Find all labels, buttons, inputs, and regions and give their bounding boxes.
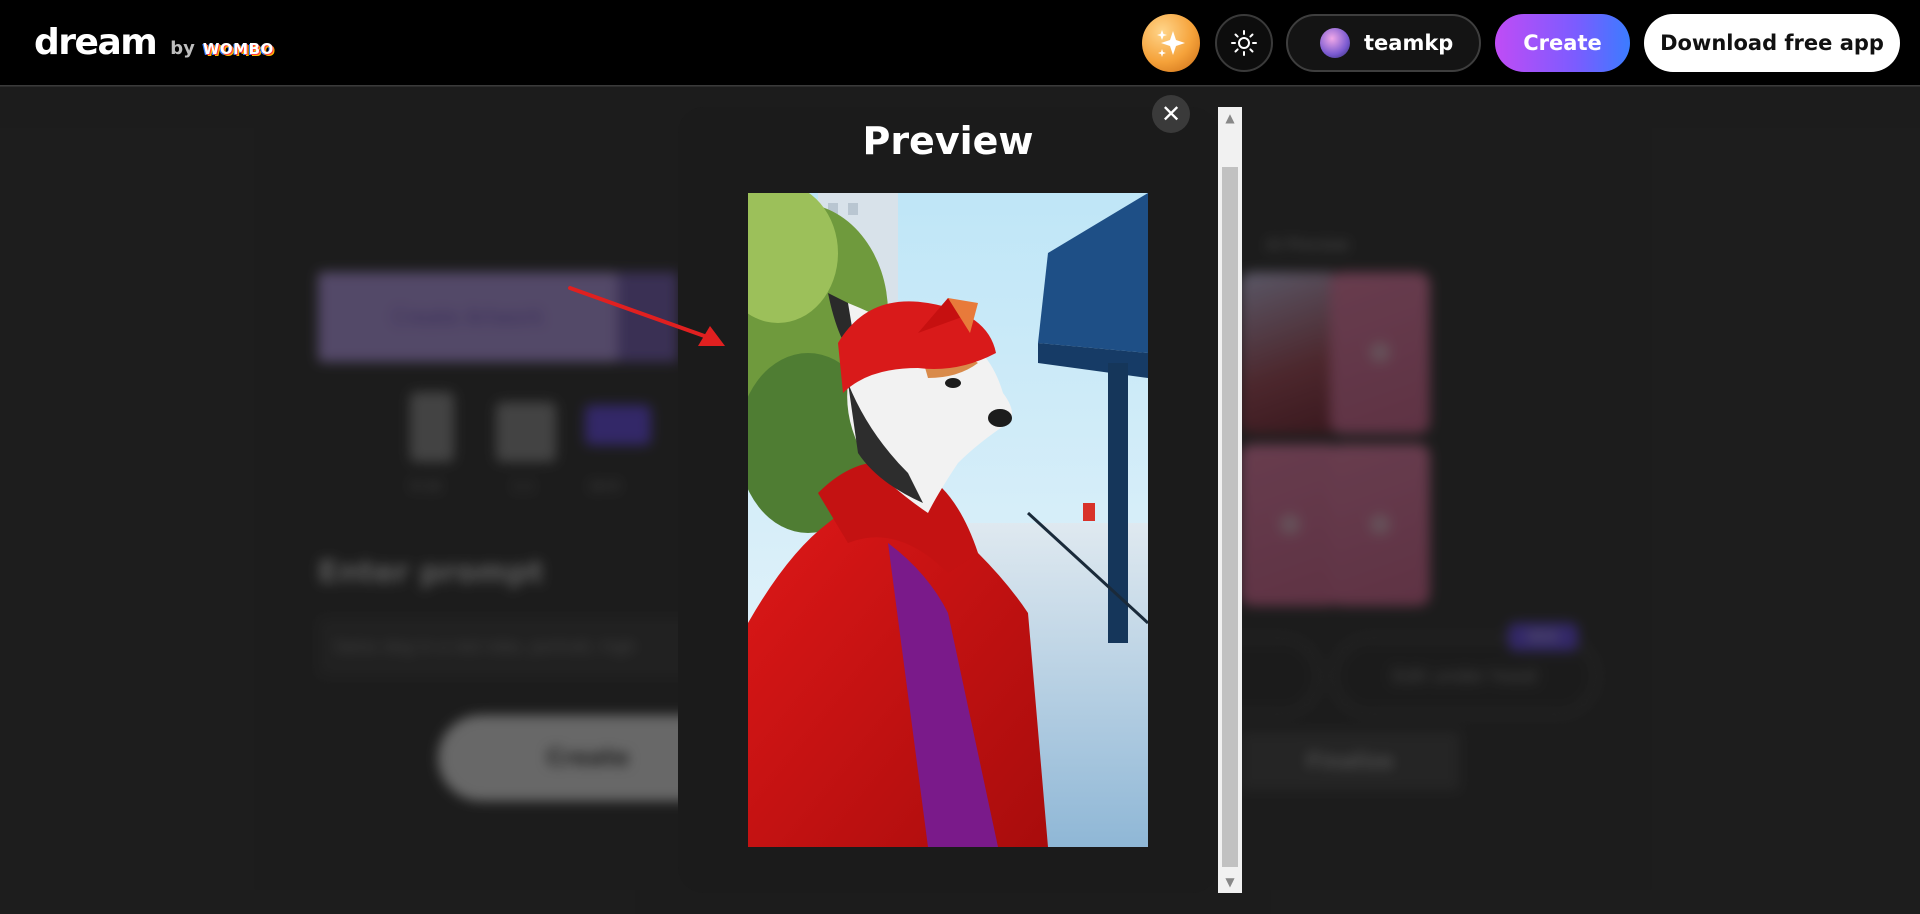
create-button[interactable]: Create <box>1495 14 1630 72</box>
logo-wombo: WOMBO <box>202 40 274 58</box>
top-bar: dream by WOMBO teamkp Create Download fr… <box>0 0 1920 86</box>
logo-by: by <box>170 38 195 59</box>
logo[interactable]: dream by WOMBO <box>34 22 274 63</box>
avatar <box>1320 28 1350 58</box>
scrollbar-thumb[interactable] <box>1222 167 1238 867</box>
logo-dream: dream <box>34 22 158 63</box>
user-menu-button[interactable]: teamkp <box>1286 14 1481 72</box>
modal-title: Preview <box>862 119 1034 163</box>
sparkle-icon[interactable] <box>1142 14 1200 72</box>
user-name: teamkp <box>1364 31 1454 55</box>
preview-image <box>748 193 1148 847</box>
sun-icon[interactable] <box>1215 14 1273 72</box>
download-app-button[interactable]: Download free app <box>1644 14 1900 72</box>
annotation-arrow-icon <box>568 286 725 346</box>
scroll-down-arrow-icon[interactable]: ▼ <box>1218 871 1242 893</box>
scroll-up-arrow-icon[interactable]: ▲ <box>1218 107 1242 129</box>
preview-modal: Preview <box>678 107 1218 893</box>
close-icon: ✕ <box>1160 100 1182 128</box>
close-button[interactable]: ✕ <box>1152 95 1190 133</box>
modal-scrollbar[interactable]: ▲ ▼ <box>1218 107 1242 893</box>
